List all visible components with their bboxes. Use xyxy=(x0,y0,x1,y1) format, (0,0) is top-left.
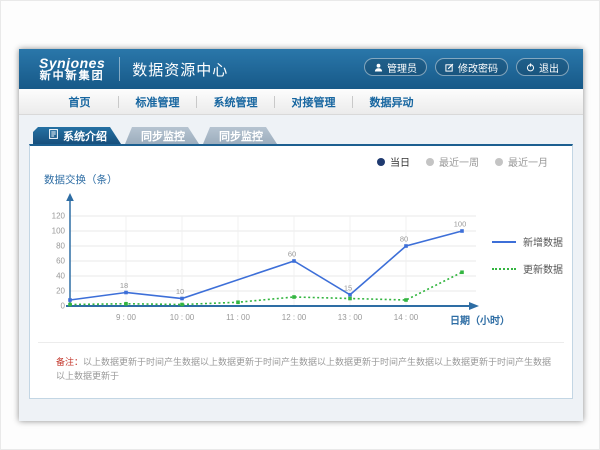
brand-name-cn: 新中新集团 xyxy=(39,71,105,83)
x-axis-title: 日期（小时） xyxy=(450,312,510,327)
filter-radio-today[interactable]: 当日 xyxy=(377,154,410,169)
edit-icon xyxy=(445,63,454,72)
svg-text:80: 80 xyxy=(56,242,65,251)
radio-dot-icon xyxy=(426,158,434,166)
filter-label: 当日 xyxy=(390,154,410,169)
user-icon xyxy=(374,63,383,72)
tab-sync-monitor-1[interactable]: 同步监控 xyxy=(125,127,199,144)
chart-legend: 新增数据 更新数据 xyxy=(492,234,563,288)
svg-text:40: 40 xyxy=(56,272,65,281)
svg-text:100: 100 xyxy=(52,227,66,236)
tab-label: 同步监控 xyxy=(219,128,263,144)
svg-text:9 : 00: 9 : 00 xyxy=(116,313,137,322)
solid-line-icon xyxy=(492,241,516,243)
logout-button[interactable]: 退出 xyxy=(516,58,569,76)
filter-label: 最近一月 xyxy=(508,154,548,169)
change-password-label: 修改密码 xyxy=(458,60,498,75)
legend-item-updated-data: 更新数据 xyxy=(492,261,563,276)
nav-item-data-change[interactable]: 数据异动 xyxy=(353,94,430,110)
brand-name-en: Synjones xyxy=(39,56,105,71)
tab-sync-monitor-2[interactable]: 同步监控 xyxy=(203,127,277,144)
y-axis-title: 数据交换（条） xyxy=(44,172,118,187)
tab-label: 系统介绍 xyxy=(63,128,107,144)
footnote-text: 以上数据更新于时间产生数据以上数据更新于时间产生数据以上数据更新于时间产生数据以… xyxy=(56,357,551,381)
main-window: Synjones 新中新集团 数据资源中心 管理员 修改密码 xyxy=(19,49,583,421)
app-window: Synjones 新中新集团 数据资源中心 管理员 修改密码 xyxy=(0,0,600,450)
footnote: 备注：以上数据更新于时间产生数据以上数据更新于时间产生数据以上数据更新于时间产生… xyxy=(56,356,556,383)
svg-text:11 : 00: 11 : 00 xyxy=(226,313,250,322)
svg-text:13 : 00: 13 : 00 xyxy=(338,313,363,322)
svg-text:80: 80 xyxy=(400,235,408,244)
panel-divider xyxy=(38,342,564,343)
tab-system-intro[interactable]: 系统介绍 xyxy=(33,127,121,144)
svg-text:12 : 00: 12 : 00 xyxy=(282,313,307,322)
change-password-button[interactable]: 修改密码 xyxy=(435,58,508,76)
page-title: 数据资源中心 xyxy=(132,59,228,80)
line-chart: 0 20 40 60 80 100 120 9 : 00 10 : 00 11 : 00 12 : … xyxy=(40,191,490,341)
svg-text:14 : 00: 14 : 00 xyxy=(394,313,419,322)
radio-dot-icon xyxy=(495,158,503,166)
logout-label: 退出 xyxy=(539,60,559,75)
legend-item-new-data: 新增数据 xyxy=(492,234,563,249)
svg-text:18: 18 xyxy=(120,281,128,290)
nav-item-system-mgmt[interactable]: 系统管理 xyxy=(197,94,274,110)
radio-dot-icon xyxy=(377,158,385,166)
header: Synjones 新中新集团 数据资源中心 管理员 修改密码 xyxy=(19,49,583,89)
footnote-prefix: 备注： xyxy=(56,357,83,367)
svg-text:120: 120 xyxy=(52,212,66,221)
svg-text:15: 15 xyxy=(344,283,352,292)
svg-text:10: 10 xyxy=(176,287,184,296)
filter-radio-last-month[interactable]: 最近一月 xyxy=(495,154,548,169)
brand-logo: Synjones 新中新集团 xyxy=(39,56,105,82)
main-nav: 首页 标准管理 系统管理 对接管理 数据异动 xyxy=(19,89,583,115)
dotted-line-icon xyxy=(492,268,516,270)
svg-text:20: 20 xyxy=(56,287,65,296)
document-icon xyxy=(49,129,58,142)
header-actions: 管理员 修改密码 退出 xyxy=(364,58,569,76)
period-filter-group: 当日 最近一周 最近一月 xyxy=(377,154,548,169)
filter-radio-last-week[interactable]: 最近一周 xyxy=(426,154,479,169)
svg-text:100: 100 xyxy=(454,220,467,229)
tab-label: 同步监控 xyxy=(141,128,185,144)
filter-label: 最近一周 xyxy=(439,154,479,169)
nav-item-connect-mgmt[interactable]: 对接管理 xyxy=(275,94,352,110)
svg-text:0: 0 xyxy=(61,302,66,311)
chart-panel: 当日 最近一周 最近一月 数据交换（条） 0 20 40 60 80 100 120 9 : … xyxy=(29,144,573,399)
svg-text:60: 60 xyxy=(56,257,65,266)
nav-item-home[interactable]: 首页 xyxy=(41,94,118,110)
header-divider xyxy=(119,57,120,81)
content-area: 系统介绍 同步监控 同步监控 当日 最近一周 xyxy=(19,115,583,421)
current-user-label: 管理员 xyxy=(387,60,417,75)
svg-text:10 : 00: 10 : 00 xyxy=(170,313,195,322)
svg-text:60: 60 xyxy=(288,250,296,259)
power-icon xyxy=(526,63,535,72)
tab-bar: 系统介绍 同步监控 同步监控 xyxy=(33,127,573,144)
current-user-button[interactable]: 管理员 xyxy=(364,58,427,76)
nav-item-standard-mgmt[interactable]: 标准管理 xyxy=(119,94,196,110)
